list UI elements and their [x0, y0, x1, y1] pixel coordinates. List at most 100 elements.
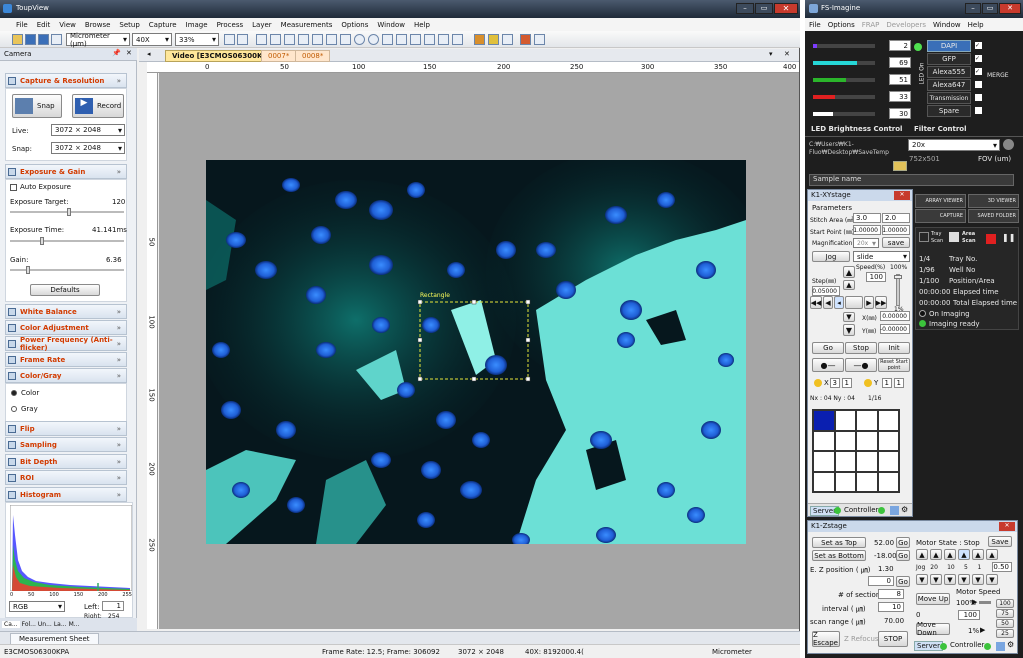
x-tile-a[interactable]: 3	[830, 378, 840, 388]
x-tile-b[interactable]: 1	[842, 378, 852, 388]
slide-select[interactable]: slide	[853, 251, 910, 262]
filter-alexa647[interactable]: Alexa647	[927, 79, 971, 91]
set-as-bottom-button[interactable]: Set as Bottom	[812, 550, 866, 561]
tab-measure[interactable]: M...	[69, 621, 80, 628]
z-escape-button[interactable]: Z Escape	[812, 631, 840, 647]
gray-radio[interactable]	[11, 406, 17, 412]
step-input[interactable]: 0.05000	[812, 286, 840, 296]
arc-icon[interactable]	[396, 34, 407, 45]
jog-custom-input[interactable]: 0.50	[992, 562, 1012, 572]
live-resolution-select[interactable]: 3072 × 2048	[51, 124, 125, 136]
open-icon[interactable]	[12, 34, 23, 45]
set-left-point-button[interactable]: ●—	[812, 358, 844, 372]
led-slider-red[interactable]	[813, 95, 875, 99]
color-radio[interactable]	[11, 390, 17, 396]
one-percent-play-icon[interactable]: ▶	[980, 626, 985, 634]
snap-resolution-select[interactable]: 3072 × 2048	[51, 142, 125, 154]
tile-cell[interactable]	[834, 451, 856, 472]
tile-cell[interactable]	[877, 430, 899, 451]
imagine-close-button[interactable]: ✕	[999, 3, 1021, 14]
fast-left-arrow[interactable]: ◀◀	[810, 296, 822, 309]
ellipse-icon[interactable]	[354, 34, 365, 45]
minimize-button[interactable]: –	[736, 3, 754, 14]
pin-icon[interactable]: 📌	[112, 49, 121, 57]
slider-thumb[interactable]	[67, 208, 71, 216]
led-value-white[interactable]: 30	[889, 108, 911, 119]
set-as-top-button[interactable]: Set as Top	[812, 537, 866, 548]
arrow-line-icon[interactable]	[438, 34, 449, 45]
move-down-button[interactable]: Move Down	[916, 621, 950, 637]
jog-down-custom-arrow[interactable]: ▼	[986, 574, 998, 585]
z-info-icon[interactable]	[996, 642, 1005, 651]
print-icon[interactable]	[51, 34, 62, 45]
speed-25-button[interactable]: 25	[996, 629, 1014, 638]
save-icon[interactable]	[25, 34, 36, 45]
tile-cell[interactable]	[813, 410, 835, 431]
unit-select[interactable]: Micrometer (µm)	[66, 32, 130, 48]
merge-checkbox-alexa647[interactable]	[975, 81, 982, 88]
xy-info-icon[interactable]	[890, 506, 899, 515]
z-stop-button[interactable]: STOP	[878, 631, 908, 647]
led-slider-white[interactable]	[813, 112, 875, 116]
flip-header[interactable]: Flip	[5, 421, 127, 436]
filter-alexa555[interactable]: Alexa555	[927, 66, 971, 78]
tile-cell[interactable]	[877, 410, 899, 431]
merge-checkbox-transmission[interactable]	[975, 94, 982, 101]
circle-icon[interactable]	[368, 34, 379, 45]
jog-up-5-arrow[interactable]: ▲	[958, 549, 970, 560]
menu-help[interactable]: Help	[414, 21, 430, 29]
merge-checkbox-spare[interactable]	[975, 107, 982, 114]
led-value-violet[interactable]: 2	[889, 40, 911, 51]
menu-process[interactable]: Process	[217, 21, 244, 29]
led-slider-green[interactable]	[813, 78, 875, 82]
tile-cell[interactable]	[877, 451, 899, 472]
panel-close-icon[interactable]: ✕	[126, 49, 132, 57]
move-down-small-arrow[interactable]: ▼	[843, 312, 855, 322]
tray-scan-icon[interactable]	[919, 232, 929, 242]
tile-cell[interactable]	[813, 471, 835, 492]
power-frequency-header[interactable]: Power Frequency (Anti-flicker)	[5, 336, 127, 352]
grid-icon[interactable]	[502, 34, 513, 45]
imagine-menu-frap[interactable]: FRAP	[862, 21, 880, 29]
jog-up-1-arrow[interactable]: ▲	[972, 549, 984, 560]
jog-down-10-arrow[interactable]: ▼	[944, 574, 956, 585]
imagine-minimize-button[interactable]: –	[965, 3, 981, 14]
tile-cell[interactable]	[856, 410, 878, 431]
xy-save-button[interactable]: save	[882, 237, 910, 248]
folder-icon[interactable]	[893, 161, 907, 171]
right-arrow[interactable]: ▶	[864, 296, 874, 309]
menu-layer[interactable]: Layer	[252, 21, 272, 29]
imagine-maximize-button[interactable]: ▭	[982, 3, 998, 14]
move-down-arrow[interactable]: ▼	[843, 324, 855, 336]
stitch-y-input[interactable]: 2.0	[882, 213, 910, 223]
microscope-image[interactable]: Rectangle	[206, 160, 746, 544]
motor-speed-play-icon[interactable]: ▶	[972, 598, 977, 606]
exposure-gain-header[interactable]: Exposure & Gain	[5, 164, 127, 179]
reset-start-point-button[interactable]: Reset Start point	[878, 358, 910, 372]
stitch-x-input[interactable]: 3.0	[853, 213, 881, 223]
capture-button[interactable]: CAPTURE	[915, 209, 966, 223]
line-icon[interactable]	[284, 34, 295, 45]
exposure-time-slider[interactable]	[10, 237, 124, 245]
image-canvas[interactable]: Rectangle	[159, 73, 799, 629]
measure-icon[interactable]	[520, 34, 531, 45]
start-x-input[interactable]: 1.00000	[853, 225, 881, 235]
imagine-menu-options[interactable]: Options	[828, 21, 855, 29]
capture-resolution-header[interactable]: Capture & Resolution	[5, 73, 127, 88]
saved-folder-button[interactable]: SAVED FOLDER	[968, 209, 1019, 223]
viewer-3d-button[interactable]: 3D VIEWER	[968, 194, 1019, 208]
array-viewer-button[interactable]: ARRAY VIEWER	[915, 194, 966, 208]
white-balance-header[interactable]: White Balance	[5, 304, 127, 319]
record-stop-button[interactable]	[986, 234, 996, 244]
close-button[interactable]: ✕	[774, 3, 798, 14]
imagine-menu-file[interactable]: File	[809, 21, 821, 29]
interval-input[interactable]: 10	[878, 602, 904, 612]
tab-list-icon[interactable]: ▾	[769, 50, 773, 58]
motor-speed-input[interactable]: 100	[958, 610, 980, 620]
slider-thumb[interactable]	[894, 275, 902, 279]
z-settings-icon[interactable]: ⚙	[1007, 640, 1014, 649]
left-input[interactable]: 1	[102, 601, 124, 611]
calibrate-icon[interactable]	[474, 34, 485, 45]
z-target-input[interactable]: 0	[868, 576, 894, 586]
led-value-red[interactable]: 33	[889, 91, 911, 102]
